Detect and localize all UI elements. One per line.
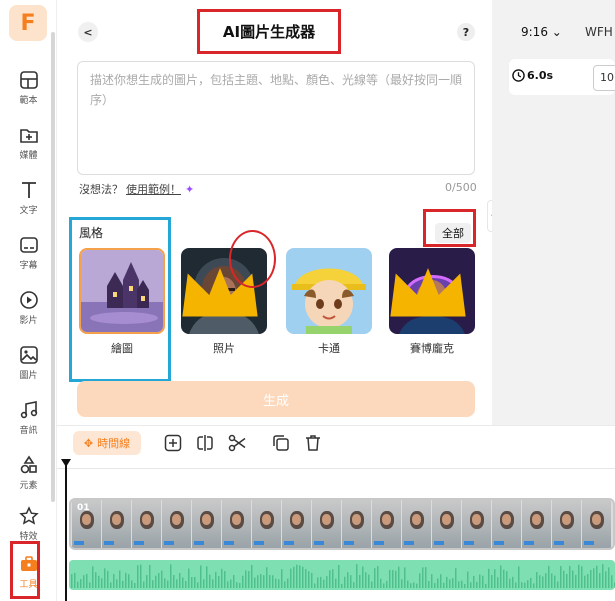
media-icon (19, 129, 38, 143)
video-frame-thumbnail (311, 500, 341, 548)
video-frame-thumbnail (521, 500, 551, 548)
video-frame-thumbnail (341, 500, 371, 548)
video-frame-thumbnail (191, 500, 221, 548)
image-icon (19, 346, 38, 364)
left-rail: F 範本 媒體 文字 字幕 影片 圖片 音訊 元素 特效 工具 (0, 0, 57, 601)
crown-icon (390, 268, 466, 317)
video-frame-thumbnail (431, 500, 461, 548)
video-frame-thumbnail (581, 500, 611, 548)
video-frame-thumbnail (371, 500, 401, 548)
sparkle-icon: ✦ (185, 183, 195, 196)
video-frame-thumbnail (281, 500, 311, 548)
audio-waveform (71, 564, 615, 588)
help-icon: ? (462, 25, 470, 39)
rail-item-templates[interactable]: 範本 (0, 64, 57, 112)
style-card-cyberpunk[interactable]: 賽博龐克 (389, 248, 475, 355)
generate-button[interactable]: 生成 (77, 381, 475, 417)
timeline-panel: ✥ 時間線 01 (57, 425, 615, 601)
timeline-ruler[interactable] (57, 459, 615, 469)
video-frame-thumbnail (551, 500, 581, 548)
rail-item-label: 圖片 (19, 371, 38, 381)
audio-track[interactable] (69, 560, 615, 590)
clip-label: 01 (77, 503, 90, 513)
delete-icon[interactable] (303, 433, 323, 453)
prompt-input[interactable]: 描述你想生成的圖片，包括主題、地點、顏色、光線等（最好按同一順序） (77, 61, 475, 175)
video-frames (71, 500, 611, 548)
video-frame-thumbnail (101, 500, 131, 548)
duplicate-icon[interactable] (271, 433, 291, 453)
crown-highlight-circle (229, 230, 276, 288)
playhead[interactable] (65, 462, 67, 601)
rail-scrollbar[interactable] (51, 32, 55, 502)
hint-row: 沒想法？ 使用範例！ ✦ (79, 181, 194, 197)
ai-image-generator-panel: < AI圖片生成器 ? 描述你想生成的圖片，包括主題、地點、顏色、光線等（最好按… (57, 0, 492, 425)
aspect-ratio-select[interactable]: 9:16 ⌄ (521, 25, 562, 39)
title-highlight-box: AI圖片生成器 (197, 9, 341, 54)
rail-item-elements[interactable]: 元素 (0, 449, 57, 497)
video-frame-thumbnail (161, 500, 191, 548)
size-field[interactable]: 10 (593, 65, 615, 91)
rail-item-video[interactable]: 影片 (0, 284, 57, 332)
rail-item-audio[interactable]: 音訊 (0, 394, 57, 442)
video-frame-thumbnail (461, 500, 491, 548)
scissors-icon[interactable] (227, 433, 247, 453)
element-icon (20, 455, 37, 474)
rail-item-text[interactable]: 文字 (0, 174, 57, 222)
clock-icon (512, 69, 525, 82)
subtitle-icon (19, 237, 38, 253)
split-icon[interactable] (195, 433, 215, 453)
chevron-down-icon: ⌄ (551, 25, 562, 39)
template-icon (19, 71, 38, 89)
timeline-label: 時間線 (97, 437, 131, 450)
video-frame-thumbnail (221, 500, 251, 548)
add-icon[interactable] (163, 433, 183, 453)
help-button[interactable]: ? (457, 23, 475, 41)
style-highlight-box (69, 217, 171, 382)
effect-icon (18, 506, 39, 525)
rail-item-label: 字幕 (19, 261, 38, 271)
project-name[interactable]: WFH (585, 25, 613, 39)
audio-icon (20, 401, 37, 419)
char-counter: 0/500 (445, 181, 477, 194)
video-frame-thumbnail (491, 500, 521, 548)
video-frame-thumbnail (251, 500, 281, 548)
rail-item-label: 媒體 (19, 151, 38, 161)
style-thumbnail (389, 248, 475, 334)
rail-item-label: 文字 (19, 206, 38, 216)
all-button-highlight-box (423, 209, 476, 247)
rail-item-subtitles[interactable]: 字幕 (0, 229, 57, 277)
app-logo[interactable]: F (9, 5, 47, 41)
style-thumbnail (286, 248, 372, 334)
rail-item-label: 元素 (19, 481, 38, 491)
style-label: 賽博龐克 (410, 342, 454, 355)
rail-item-label: 範本 (19, 96, 38, 106)
timeline-icon: ✥ (83, 436, 94, 450)
hint-prefix: 沒想法？ (79, 183, 123, 196)
aspect-ratio-value: 9:16 (521, 25, 548, 39)
use-example-link[interactable]: 使用範例！ (126, 183, 181, 196)
text-icon (21, 182, 36, 198)
back-button[interactable]: < (78, 22, 98, 42)
video-frame-thumbnail (401, 500, 431, 548)
rail-item-label: 音訊 (19, 426, 38, 436)
duration-value: 6.0s (527, 69, 554, 82)
chevron-left-icon: < (83, 25, 93, 39)
prompt-placeholder: 描述你想生成的圖片，包括主題、地點、顏色、光線等（最好按同一順序） (90, 73, 463, 107)
style-label: 卡通 (318, 342, 340, 355)
rail-item-images[interactable]: 圖片 (0, 339, 57, 387)
style-label: 照片 (213, 342, 235, 355)
video-track[interactable]: 01 (69, 498, 615, 550)
panel-title: AI圖片生成器 (222, 23, 316, 41)
rail-item-media[interactable]: 媒體 (0, 119, 57, 167)
timeline-button[interactable]: ✥ 時間線 (73, 431, 141, 455)
style-card-cartoon[interactable]: 卡通 (286, 248, 372, 355)
rail-item-label: 影片 (19, 316, 38, 326)
video-frame-thumbnail (131, 500, 161, 548)
app-window: F 範本 媒體 文字 字幕 影片 圖片 音訊 元素 特效 工具 < AI圖片生成… (0, 0, 615, 601)
tools-highlight-box (10, 541, 40, 599)
cartoon-style-image (286, 248, 372, 334)
logo-letter: F (20, 10, 36, 36)
video-icon (19, 291, 38, 309)
